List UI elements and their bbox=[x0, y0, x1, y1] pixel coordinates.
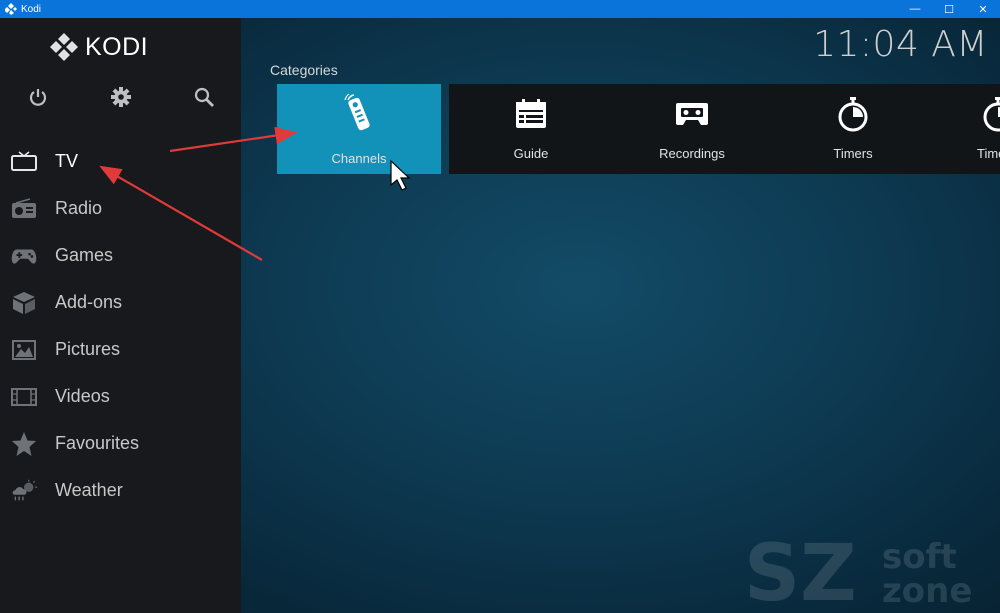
sidebar-item-weather[interactable]: Weather bbox=[0, 467, 241, 514]
tile-label: Recordings bbox=[659, 146, 725, 161]
tile-guide[interactable]: Guide bbox=[449, 84, 613, 174]
sidebar-item-label: Games bbox=[55, 245, 114, 265]
kodi-logo-icon bbox=[50, 33, 78, 61]
tile-channels[interactable]: Channels bbox=[277, 84, 441, 174]
tile-timers[interactable]: Timers bbox=[771, 84, 935, 174]
kodi-logo[interactable]: KODI bbox=[49, 32, 148, 62]
window-titlebar: Kodi — ☐ ✕ bbox=[0, 0, 1000, 18]
watermark-mark: SZ bbox=[744, 530, 857, 610]
sidebar-item-label: Pictures bbox=[55, 339, 121, 359]
close-button[interactable]: ✕ bbox=[966, 0, 1000, 18]
sidebar-item-label: TV bbox=[55, 151, 79, 171]
sidebar-item-label: Add-ons bbox=[55, 292, 123, 312]
sidebar-item-label: Videos bbox=[55, 386, 110, 406]
radio-icon bbox=[10, 195, 38, 223]
kodi-app-icon bbox=[5, 3, 17, 15]
minimize-button[interactable]: — bbox=[898, 0, 932, 18]
stopwatch-icon bbox=[835, 96, 871, 132]
watermark-line2: zone bbox=[882, 571, 972, 610]
sidebar-item-videos[interactable]: Videos bbox=[0, 373, 241, 420]
addons-box-icon bbox=[10, 289, 38, 317]
section-title: Categories bbox=[270, 62, 338, 78]
gamepad-icon bbox=[10, 242, 38, 270]
softzone-logo-icon: SZ soft zone bbox=[744, 529, 972, 613]
cassette-icon bbox=[674, 96, 710, 132]
maximize-button[interactable]: ☐ bbox=[932, 0, 966, 18]
main-menu: TV Radio Games Add-ons Pictures Videos F… bbox=[0, 138, 241, 514]
sidebar-item-pictures[interactable]: Pictures bbox=[0, 326, 241, 373]
weather-icon bbox=[10, 477, 38, 505]
film-icon bbox=[10, 383, 38, 411]
tile-label: Time bbox=[977, 146, 1000, 161]
kodi-logo-text: KODI bbox=[85, 32, 149, 61]
tile-time-partial[interactable]: Time bbox=[932, 84, 1000, 174]
sidebar-top-icons bbox=[0, 84, 241, 114]
stopwatch-icon bbox=[980, 96, 1000, 132]
tile-recordings[interactable]: Recordings bbox=[610, 84, 774, 174]
clock: 11:04 AM bbox=[813, 24, 988, 65]
softzone-watermark: SZ soft zone bbox=[744, 529, 984, 613]
sidebar-item-games[interactable]: Games bbox=[0, 232, 241, 279]
picture-icon bbox=[10, 336, 38, 364]
sidebar-item-tv[interactable]: TV bbox=[0, 138, 241, 185]
tv-icon bbox=[10, 148, 38, 176]
sidebar-item-radio[interactable]: Radio bbox=[0, 185, 241, 232]
gear-icon[interactable] bbox=[108, 84, 134, 110]
tile-label: Channels bbox=[331, 151, 387, 166]
sidebar-item-label: Favourites bbox=[55, 433, 140, 453]
remote-icon bbox=[341, 94, 377, 132]
kodi-app: KODI TV Radio Games Add-ons Pictures Vid… bbox=[0, 18, 1000, 613]
sidebar-item-favourites[interactable]: Favourites bbox=[0, 420, 241, 467]
star-icon bbox=[10, 430, 38, 458]
search-icon[interactable] bbox=[191, 84, 217, 110]
sidebar-item-label: Weather bbox=[55, 480, 123, 500]
sidebar-item-addons[interactable]: Add-ons bbox=[0, 279, 241, 326]
window-title: Kodi bbox=[21, 3, 42, 15]
sidebar-item-label: Radio bbox=[55, 198, 103, 218]
tile-label: Guide bbox=[513, 146, 549, 161]
calendar-icon bbox=[513, 96, 549, 132]
power-icon[interactable] bbox=[25, 84, 51, 110]
tile-label: Timers bbox=[833, 146, 873, 161]
sidebar: KODI TV Radio Games Add-ons Pictures Vid… bbox=[0, 18, 241, 613]
